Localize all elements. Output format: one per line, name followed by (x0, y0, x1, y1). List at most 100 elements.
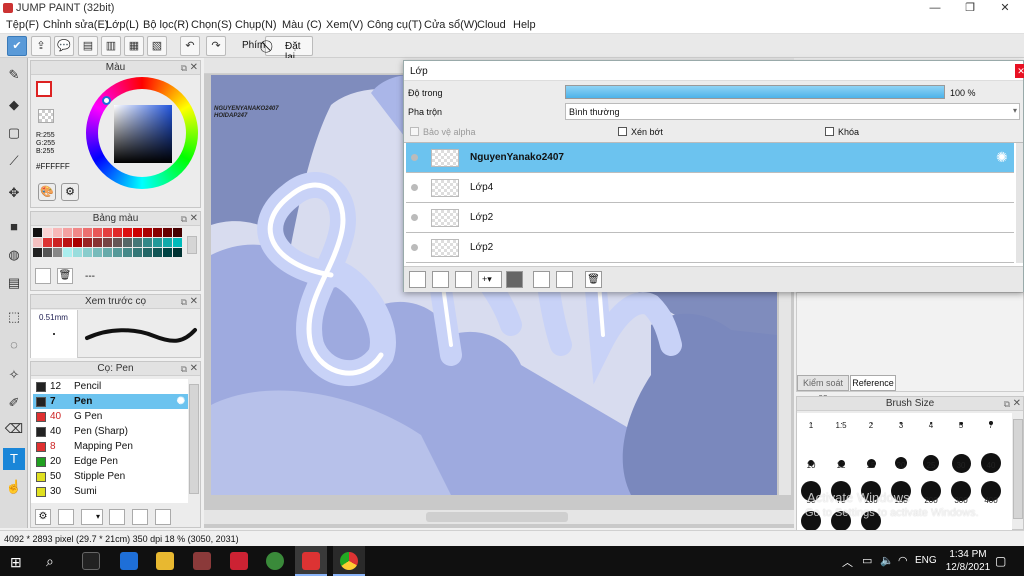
palette-swatch[interactable] (33, 248, 42, 257)
close-icon[interactable]: ✕ (190, 61, 198, 75)
pen-list-item[interactable]: 50 Stipple Pen (33, 469, 188, 484)
task-view-icon[interactable] (82, 552, 100, 570)
windows-start-icon[interactable]: ⊞ (10, 554, 22, 571)
select-rect-icon[interactable]: ⬚ (3, 306, 25, 328)
new-layer-icon[interactable] (409, 271, 426, 288)
palette-swatch[interactable] (173, 238, 182, 247)
gear-icon[interactable]: ✺ (177, 394, 185, 409)
palette-swatch[interactable] (93, 228, 102, 237)
palette-swatch[interactable] (123, 228, 132, 237)
palette-swatch[interactable] (83, 238, 92, 247)
palette-swatch[interactable] (93, 248, 102, 257)
palette-swatch[interactable] (83, 228, 92, 237)
close-icon[interactable]: ✕ (1015, 64, 1024, 78)
comment-icon[interactable]: 💬 (54, 36, 74, 56)
float-icon[interactable]: ⧉ (181, 61, 187, 75)
palette-swatch[interactable] (133, 248, 142, 257)
palette-swatch[interactable] (73, 248, 82, 257)
rectangle-tool-icon[interactable]: ▢ (3, 122, 25, 144)
clock-time[interactable]: 1:34 PM (948, 549, 988, 560)
export-icon[interactable]: ⇪ (31, 36, 51, 56)
pen-list-item[interactable]: 40 Pen (Sharp) (33, 424, 188, 439)
blend-select[interactable]: Bình thường ▾ (565, 103, 1020, 120)
palette-swatch[interactable] (143, 238, 152, 247)
palette-swatch[interactable] (123, 238, 132, 247)
palette-icon[interactable]: 🎨 (38, 183, 56, 201)
pen-scrollbar[interactable] (189, 384, 199, 494)
chevron-up-icon[interactable]: ︿ (842, 554, 853, 570)
palette-swatch[interactable] (63, 228, 72, 237)
hotkeys-label[interactable]: Phím (242, 40, 265, 51)
select-mode-icon[interactable]: ✔ (7, 36, 27, 56)
float-icon[interactable]: ⧉ (181, 212, 187, 226)
app-icon-3[interactable] (266, 552, 284, 570)
palette-swatch[interactable] (143, 228, 152, 237)
close-icon[interactable]: ✕ (190, 362, 198, 376)
select-pen-icon[interactable]: ✐ (3, 392, 25, 414)
menu-layer[interactable]: Lớp(L) (106, 19, 139, 31)
menu-select[interactable]: Chọn(S) (191, 19, 232, 31)
canvas-horizontal-scrollbar[interactable] (204, 510, 794, 524)
menu-file[interactable]: Tệp(F) (6, 19, 39, 31)
saturation-square[interactable] (114, 105, 172, 163)
palette-swatch[interactable] (173, 248, 182, 257)
palette-swatch[interactable] (93, 238, 102, 247)
bucket-tool-icon[interactable]: ◍ (3, 244, 25, 266)
delete-palette-icon[interactable]: 🗑 (57, 268, 73, 284)
layer-row[interactable]: Lớp2 (406, 203, 1014, 233)
menu-help[interactable]: Help (513, 19, 536, 31)
menu-view[interactable]: Xem(V) (326, 19, 363, 31)
layer-row[interactable]: Lớp4 (406, 173, 1014, 203)
menu-cloud[interactable]: Cloud (477, 19, 506, 31)
delete-layer-icon[interactable]: 🗑 (585, 271, 602, 288)
magic-wand-icon[interactable]: ✧ (3, 364, 25, 386)
palette-swatch[interactable] (103, 248, 112, 257)
layer-row[interactable]: NguyenYanako2407 ✺ (406, 143, 1014, 173)
palette-swatch[interactable] (123, 248, 132, 257)
close-icon[interactable]: ✕ (1013, 397, 1021, 411)
palette-swatch[interactable] (63, 238, 72, 247)
maximize-icon[interactable]: ❐ (953, 0, 987, 16)
pen-list-item[interactable]: 12 Pencil (33, 379, 188, 394)
wifi-icon[interactable]: ◠ (898, 554, 908, 567)
palette-swatch[interactable] (153, 248, 162, 257)
volume-icon[interactable]: 🔈 (880, 554, 894, 567)
tab-brush-control[interactable]: Kiểm soát cọ (797, 375, 849, 402)
menu-window[interactable]: Cửa sổ(W) (424, 19, 478, 31)
palette-swatch[interactable] (173, 228, 182, 237)
duplicate-brush-icon[interactable] (155, 509, 171, 525)
palette-swatches[interactable] (33, 228, 183, 264)
menu-filter[interactable]: Bộ lọc(R) (143, 19, 189, 31)
hand-tool-icon[interactable]: ☝ (3, 476, 25, 498)
menu-edit[interactable]: Chỉnh sửa(E) (43, 19, 108, 31)
app-icon-1[interactable] (193, 552, 211, 570)
horizontal-scroll-thumb[interactable] (426, 512, 568, 522)
visibility-icon[interactable] (411, 244, 418, 251)
protect-alpha-checkbox[interactable] (410, 127, 419, 136)
visibility-icon[interactable] (411, 214, 418, 221)
folder-icon[interactable] (506, 271, 523, 288)
layer-row[interactable]: Lớp2 (406, 233, 1014, 263)
clipping-checkbox[interactable] (618, 127, 627, 136)
palette-swatch[interactable] (73, 228, 82, 237)
new-brush-icon[interactable] (58, 509, 74, 525)
document-icon[interactable]: ▥ (101, 36, 121, 56)
pen-list-item[interactable]: 30 Sumi (33, 484, 188, 499)
palette-swatch[interactable] (53, 238, 62, 247)
palette-swatch[interactable] (43, 248, 52, 257)
palette-swatch[interactable] (43, 238, 52, 247)
close-icon[interactable]: ✕ (190, 212, 198, 226)
palette-swatch[interactable] (153, 238, 162, 247)
network-icon[interactable]: ▭ (862, 554, 872, 567)
float-icon[interactable]: ⧉ (181, 295, 187, 309)
chrome-taskbar-button[interactable] (333, 546, 365, 576)
palette-swatch[interactable] (83, 248, 92, 257)
layout-icon[interactable]: ▧ (147, 36, 167, 56)
palette-swatch[interactable] (103, 238, 112, 247)
menu-tools[interactable]: Công cụ(T) (367, 19, 422, 31)
app-icon-2[interactable] (230, 552, 248, 570)
palette-swatch[interactable] (163, 238, 172, 247)
file-explorer-icon[interactable] (156, 552, 174, 570)
palette-swatch[interactable] (53, 228, 62, 237)
pen-list-item[interactable]: 8 Mapping Pen (33, 439, 188, 454)
